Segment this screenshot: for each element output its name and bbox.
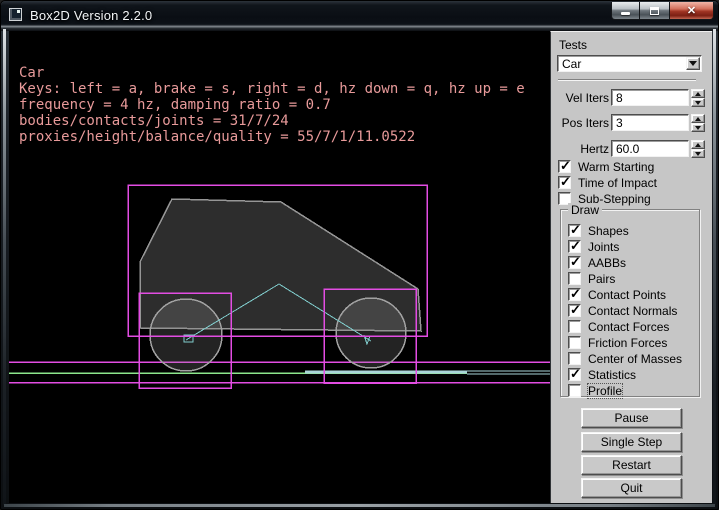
pos-iters-row: Pos Iters 3 [551,114,713,132]
checkbox-label: Friction Forces [588,336,667,350]
checkbox-label: Contact Points [588,288,666,302]
checkbox-box[interactable]: ✓ [568,224,581,237]
maximize-icon [650,7,659,15]
checkbox-box[interactable]: ✓ [568,272,581,285]
check-icon: ✓ [570,286,581,302]
vel-iters-label: Vel Iters [551,91,609,105]
minimize-icon [621,12,630,15]
separator [558,79,696,81]
stats-line-proxies: proxies/height/balance/quality = 55/7/1/… [19,129,525,145]
hertz-stepper [691,140,705,158]
vel-iters-down-button[interactable] [691,98,705,107]
checkbox-box[interactable]: ✓ [568,384,581,397]
window-controls: ✕ [611,2,714,20]
hertz-up-button[interactable] [691,140,705,149]
app-icon [9,8,22,21]
tests-dropdown[interactable]: Car [557,55,702,72]
quit-button[interactable]: Quit [581,478,682,498]
draw-group-label: Draw [568,203,602,217]
stats-line-bodies: bodies/contacts/joints = 31/7/24 [19,113,525,129]
check-icon: ✓ [560,158,571,174]
pos-iters-value: 3 [616,116,623,130]
tests-label: Tests [559,38,587,52]
hertz-input[interactable]: 60.0 [611,140,689,157]
checkbox-label: Shapes [588,224,629,238]
checkbox-label: Time of Impact [578,176,657,190]
checkbox-label: Contact Normals [588,304,677,318]
check-icon: ✓ [570,302,581,318]
tests-dropdown-value: Car [562,57,581,71]
arrow-down-icon [695,101,701,105]
check-icon: ✓ [570,254,581,270]
statistics-text: CarKeys: left = a, brake = s, right = d,… [19,65,525,145]
hertz-label: Hertz [551,142,609,156]
hertz-value: 60.0 [616,142,639,156]
control-panel: Tests Car Vel Iters 8 Pos Iters 3 [550,31,712,503]
checkbox-box[interactable]: ✓ [568,352,581,365]
checkbox-label: Statistics [588,368,636,382]
pos-iters-stepper [691,114,705,132]
vel-iters-input[interactable]: 8 [611,89,689,106]
arrow-down-icon [695,126,701,130]
car-wheel-right [336,298,406,368]
vel-iters-row: Vel Iters 8 [551,89,713,107]
contact-strip [305,371,467,374]
stats-line-title: Car [19,65,525,81]
arrow-up-icon [695,117,701,121]
checkbox-box[interactable]: ✓ [568,336,581,349]
checkbox-box[interactable]: ✓ [558,160,571,173]
pos-iters-label: Pos Iters [551,116,609,130]
vel-iters-value: 8 [616,91,623,105]
app-window: Box2D Version 2.2.0 ✕ [0,0,719,510]
checkbox-box[interactable]: ✓ [568,256,581,269]
window-title: Box2D Version 2.2.0 [30,8,152,23]
checkbox-box[interactable]: ✓ [568,368,581,381]
checkbox-label: Joints [588,240,619,254]
arrow-up-icon [695,143,701,147]
pos-iters-input[interactable]: 3 [611,114,689,131]
checkbox-label: Profile [588,384,622,398]
checkbox-label: AABBs [588,256,626,270]
arrow-down-icon [695,152,701,156]
check-icon: ✓ [570,366,581,382]
window-border-right [713,29,716,505]
check-icon: ✓ [570,222,581,238]
close-icon: ✕ [687,4,696,17]
check-icon: ✓ [560,174,571,190]
maximize-button[interactable] [640,2,669,20]
minimize-button[interactable] [611,2,640,20]
stats-line-keys: Keys: left = a, brake = s, right = d, hz… [19,81,525,97]
checkbox-label: Pairs [588,272,615,286]
single-step-button[interactable]: Single Step [581,432,682,452]
checkbox-label: Warm Starting [578,160,654,174]
checkbox-label: Contact Forces [588,320,669,334]
stats-line-frequency: frequency = 4 hz, damping ratio = 0.7 [19,97,525,113]
close-button[interactable]: ✕ [669,2,714,20]
pos-iters-up-button[interactable] [691,114,705,123]
restart-button[interactable]: Restart [581,455,682,475]
tests-dropdown-arrow-button[interactable] [686,57,700,70]
checkbox-box[interactable]: ✓ [568,288,581,301]
window-border-bottom [4,504,715,507]
checkbox-label: Center of Masses [588,352,682,366]
pause-button[interactable]: Pause [581,408,682,428]
vel-iters-up-button[interactable] [691,89,705,98]
checkbox-box[interactable]: ✓ [568,304,581,317]
title-bar[interactable]: Box2D Version 2.2.0 ✕ [1,1,719,31]
window-border-left [3,29,6,505]
checkbox-box[interactable]: ✓ [568,320,581,333]
hertz-down-button[interactable] [691,149,705,158]
vel-iters-stepper [691,89,705,107]
chevron-down-icon [689,61,697,66]
hertz-row: Hertz 60.0 [551,140,713,158]
checkbox-box[interactable]: ✓ [558,176,571,189]
arrow-up-icon [695,92,701,96]
pos-iters-down-button[interactable] [691,123,705,132]
simulation-viewport[interactable]: CarKeys: left = a, brake = s, right = d,… [9,31,550,503]
check-icon: ✓ [570,238,581,254]
checkbox-box[interactable]: ✓ [568,240,581,253]
